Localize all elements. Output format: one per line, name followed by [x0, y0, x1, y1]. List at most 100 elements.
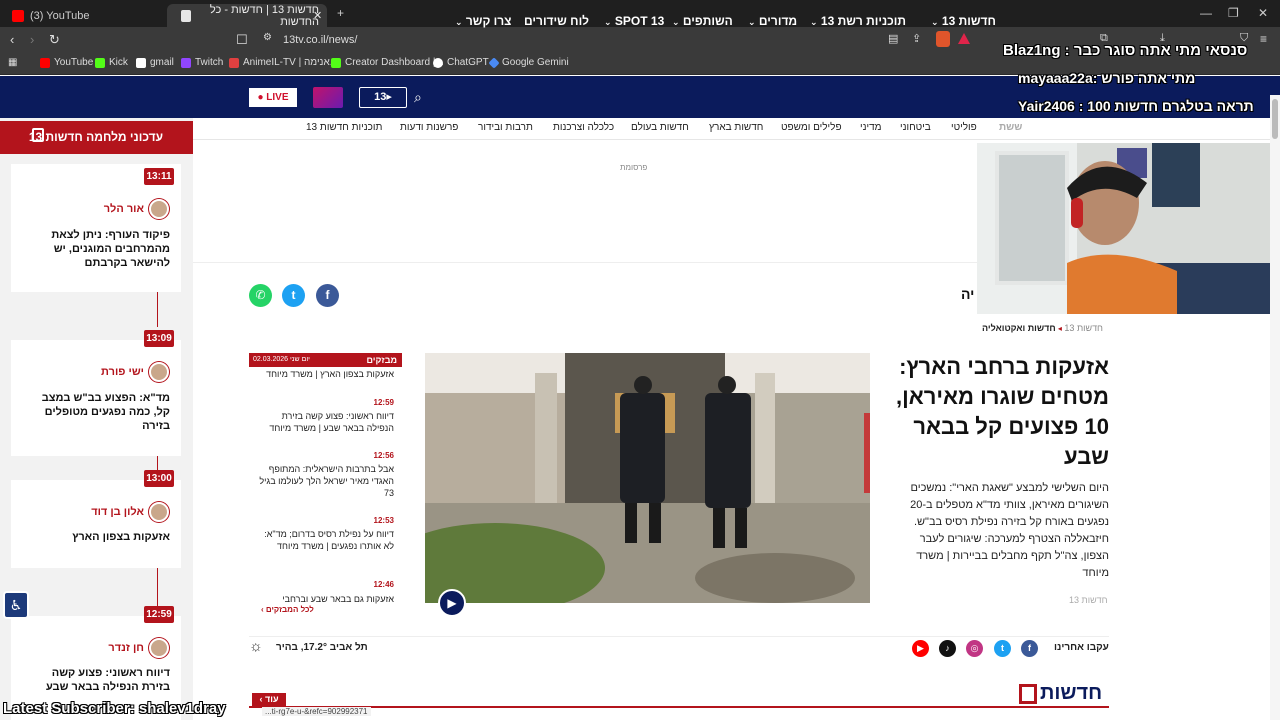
nav-contact[interactable]: צרו קשר ⌄ [452, 14, 512, 28]
instagram-icon[interactable]: ◎ [966, 640, 983, 657]
subnav-politics[interactable]: פוליטי [951, 122, 977, 133]
youtube-icon[interactable]: ▶ [912, 640, 929, 657]
page-scrollbar[interactable] [1270, 95, 1280, 720]
subnav-opinion[interactable]: פרשנות ודעות [400, 122, 458, 133]
tab-youtube[interactable]: (3) YouTube [4, 4, 164, 27]
kick-icon [331, 57, 341, 68]
subnav-economy[interactable]: כלכלה וצרכנות [553, 122, 614, 133]
section-more-button[interactable]: ‹ עוד [252, 693, 286, 706]
update-author[interactable]: אור הלר [104, 203, 144, 215]
maximize-icon[interactable]: ❐ [1228, 6, 1239, 20]
tab-label: חדשות 13 | חדשות - כל החדשות [209, 3, 319, 28]
search-icon[interactable]: ⌕ [414, 89, 422, 106]
flash-item-text[interactable]: אבל בתרבות הישראלית: המתופף האגדי מאיר י… [254, 463, 394, 499]
bookmark-twitch[interactable]: Twitch [181, 57, 223, 68]
forward-icon[interactable]: › [30, 32, 34, 47]
update-author[interactable]: אלון בן דוד [91, 506, 144, 518]
menu-icon[interactable]: ≡ [1260, 32, 1267, 46]
play-video-icon[interactable]: ▶ [438, 589, 466, 617]
nav-programs[interactable]: תוכניות רשת 13 ⌄ [807, 14, 906, 28]
update-author[interactable]: חן זנדר [108, 642, 144, 654]
reload-icon[interactable]: ↻ [49, 32, 60, 48]
nav-news13[interactable]: חדשות 13 ⌄ [928, 14, 996, 28]
subnav-highlight[interactable]: ששת [999, 122, 1022, 133]
nav-spot13[interactable]: SPOT 13 ⌄ [601, 14, 664, 28]
close-tab-icon[interactable]: ✕ [313, 9, 322, 22]
breadcrumb-item[interactable]: חדשות 13 [1064, 323, 1103, 333]
close-window-icon[interactable]: ✕ [1258, 6, 1268, 20]
nav-sections[interactable]: מדורים ⌄ [745, 14, 797, 28]
nav-label: תוכניות רשת 13 [820, 14, 907, 28]
subnav-security[interactable]: ביטחוני [900, 122, 931, 133]
bookmark-gemini[interactable]: Google Gemini [488, 56, 569, 69]
flash-item-text[interactable]: דיווח על נפילת רסיס בדרום; מד"א: לא אותר… [254, 528, 394, 552]
sidebar-card[interactable] [11, 480, 181, 568]
flash-item-text[interactable]: דיווח ראשוני: פצוע קשה בזירת הנפילה בבאר… [254, 410, 394, 434]
bookmark-label: AnimeIL-TV | אנימה... [243, 57, 338, 68]
tiktok-icon[interactable]: ♪ [939, 640, 956, 657]
subnav-local[interactable]: חדשות בארץ [709, 122, 763, 133]
article-image[interactable] [425, 353, 870, 603]
flash-item-time: 12:59 [373, 398, 394, 407]
twitter-share-icon[interactable]: t [282, 284, 305, 307]
url-field[interactable]: 13tv.co.il/news/ [258, 31, 978, 49]
truncated-heading: יה [961, 286, 975, 302]
nav-schedule[interactable]: לוח שידורים [524, 14, 589, 28]
update-time: 12:59 [144, 606, 174, 623]
bookmark-gmail[interactable]: gmail [136, 57, 174, 68]
update-author[interactable]: ישי פורת [101, 366, 144, 378]
facebook-icon[interactable]: f [1021, 640, 1038, 657]
reader-icon[interactable]: ▤ [888, 32, 898, 45]
subnav-programs[interactable]: תוכניות חדשות 13 [306, 122, 382, 133]
back-icon[interactable]: ‹ [10, 32, 14, 47]
bookmark-kick[interactable]: Kick [95, 57, 128, 68]
subnav-crime[interactable]: פלילים ומשפט [781, 122, 842, 133]
update-time: 13:11 [144, 168, 174, 185]
follow-label: עקבו אחרינו [1054, 642, 1109, 653]
bookmark-youtube[interactable]: YouTube [40, 57, 93, 68]
update-text[interactable]: מד"א: הפצוע בב"ש במצב קל, כמה נפגעים מטו… [40, 391, 170, 433]
animeil-icon [229, 57, 239, 68]
update-text[interactable]: פיקוד העורף: ניתן לצאת מהמרחבים המוגנים,… [40, 228, 170, 270]
nav-partners[interactable]: השותפים ⌄ [669, 14, 733, 28]
news13-logo-icon [32, 128, 44, 142]
chat-message: מתי אתה פורש :mayaaa22a [1018, 70, 1196, 86]
bookmark-animeil[interactable]: AnimeIL-TV | אנימה... [229, 57, 338, 68]
accessibility-icon[interactable]: ♿ [3, 591, 29, 619]
bookmark-icon[interactable]: ☐ [236, 32, 248, 48]
flash-more-link[interactable]: ‹ לכל המבזקים [261, 605, 314, 614]
chevron-down-icon: ⌄ [931, 17, 939, 27]
subnav-world[interactable]: חדשות בעולם [631, 122, 689, 133]
tab-news13[interactable]: ✕ חדשות 13 | חדשות - כל החדשות [167, 3, 327, 28]
bookmark-creator-dashboard[interactable]: Creator Dashboard |... [331, 57, 444, 68]
bookmark-chatgpt[interactable]: ChatGPT [433, 57, 489, 68]
live-button[interactable]: ● LIVE [249, 88, 297, 107]
bookmark-label: Creator Dashboard |... [345, 57, 444, 68]
share-icon[interactable]: ⇪ [912, 32, 921, 45]
twitter-icon[interactable]: t [994, 640, 1011, 657]
avatar [149, 362, 169, 382]
twitch-icon [181, 57, 191, 68]
site-info-icon[interactable]: ⚙ [263, 32, 272, 43]
minimize-icon[interactable]: — [1200, 6, 1212, 20]
logo-13-icon[interactable]: 13▸ [359, 87, 407, 108]
apps-grid-icon[interactable]: ▦ [8, 57, 17, 68]
subnav-diplomacy[interactable]: מדיני [860, 122, 882, 133]
breadcrumb-item[interactable]: חדשות ואקטואליה [982, 323, 1056, 333]
subnav-culture[interactable]: תרבות ובידור [478, 122, 533, 133]
bookmark-label: YouTube [54, 57, 94, 68]
article-headline[interactable]: אזעקות ברחבי הארץ: מטחים שוגרו מאיראן, 1… [880, 352, 1109, 472]
whatsapp-share-icon[interactable]: ✆ [249, 284, 272, 307]
update-text[interactable]: אזעקות בצפון הארץ [40, 530, 170, 544]
section-title[interactable]: חדשות [1040, 682, 1102, 705]
new-tab-icon[interactable]: + [337, 6, 344, 20]
facebook-share-icon[interactable]: f [316, 284, 339, 307]
brave-shield-icon[interactable] [936, 31, 950, 47]
flash-item-text[interactable]: אזעקות בצפון הארץ | משרד מיוחד [254, 368, 394, 380]
flash-item-time: 12:53 [373, 516, 394, 525]
rewards-icon[interactable] [958, 33, 970, 44]
update-text[interactable]: דיווח ראשוני: פצוע קשה בזירת הנפילה בבאר… [40, 666, 170, 694]
scrollbar-thumb[interactable] [1272, 99, 1278, 139]
flash-item-text[interactable]: אזעקות גם בבאר שבע וברחבי [254, 593, 394, 605]
partner-logo-icon[interactable] [313, 87, 343, 108]
